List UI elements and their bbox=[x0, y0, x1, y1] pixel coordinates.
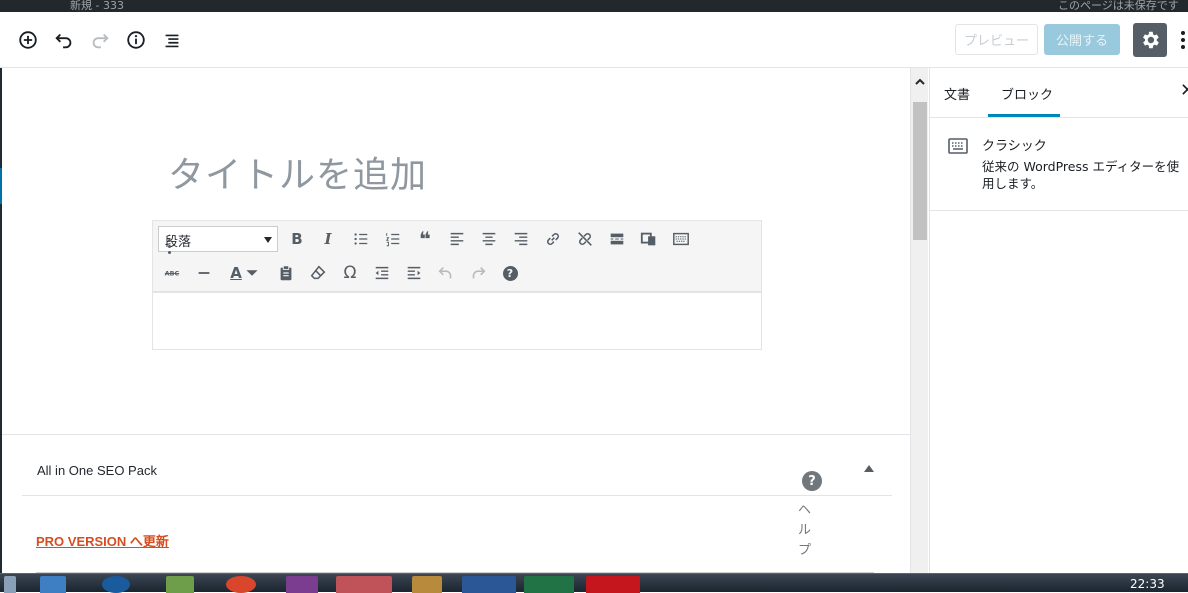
block-description: 従来の WordPress エディターを使用します。 bbox=[982, 159, 1180, 191]
read-more-icon[interactable] bbox=[604, 226, 630, 252]
block-mover-handle[interactable] bbox=[166, 239, 172, 263]
indent-icon[interactable] bbox=[401, 260, 427, 286]
undo-icon[interactable] bbox=[433, 260, 459, 286]
align-left-icon[interactable] bbox=[444, 226, 470, 252]
editor-canvas: タイトルを追加 段落 B I ❝ ABC A Ω ? All in One SE… bbox=[2, 68, 910, 573]
help-icon[interactable]: ? bbox=[802, 471, 822, 491]
seo-metabox-title[interactable]: All in One SEO Pack bbox=[37, 463, 157, 478]
editor-scrollbar[interactable] bbox=[910, 68, 928, 573]
clear-formatting-icon[interactable] bbox=[305, 260, 331, 286]
text-color-chevron-icon[interactable] bbox=[245, 260, 259, 286]
start-icon[interactable] bbox=[4, 576, 16, 593]
divider bbox=[930, 210, 1188, 211]
admin-top-bar: 新規 - 333 このページは未保存です bbox=[0, 0, 1188, 12]
paste-text-icon[interactable] bbox=[273, 260, 299, 286]
hp-icon[interactable] bbox=[102, 576, 130, 593]
close-icon[interactable]: ✕ bbox=[1180, 80, 1188, 101]
more-vertical-icon[interactable] bbox=[1176, 26, 1188, 54]
align-center-icon[interactable] bbox=[476, 226, 502, 252]
onenote-icon[interactable] bbox=[286, 576, 318, 593]
settings-button[interactable] bbox=[1133, 23, 1167, 57]
scroll-up-icon[interactable] bbox=[914, 76, 926, 88]
paint-icon[interactable] bbox=[412, 576, 442, 593]
help-label[interactable]: ヘルプ bbox=[798, 501, 814, 561]
plus-circle-icon[interactable] bbox=[14, 26, 42, 54]
bullet-list-icon[interactable] bbox=[348, 226, 374, 252]
active-tab-indicator bbox=[988, 114, 1060, 117]
editor-header: プレビュー 公開する bbox=[0, 12, 1188, 68]
word-icon[interactable] bbox=[462, 576, 516, 593]
unlink-icon[interactable] bbox=[572, 226, 598, 252]
toolbar-toggle-icon[interactable] bbox=[668, 226, 694, 252]
horizontal-rule-icon[interactable] bbox=[191, 260, 217, 286]
acrobat-icon[interactable] bbox=[586, 576, 640, 593]
block-title: クラシック bbox=[982, 139, 1047, 154]
tab-block[interactable]: ブロック bbox=[1001, 84, 1053, 103]
wp-add-media-icon[interactable] bbox=[636, 226, 662, 252]
publish-button[interactable]: 公開する bbox=[1044, 24, 1120, 55]
gear-icon bbox=[1143, 31, 1159, 49]
strikethrough-icon[interactable]: ABC bbox=[159, 260, 185, 286]
sidebar-tabs: 文書 ブロック ✕ bbox=[930, 68, 1188, 118]
taskbar-clock[interactable]: 22:33 bbox=[1130, 577, 1165, 591]
media-player-icon[interactable] bbox=[40, 576, 66, 593]
svg-text:ABC: ABC bbox=[165, 271, 180, 278]
chevron-down-icon bbox=[264, 237, 272, 243]
undo-icon[interactable] bbox=[50, 26, 78, 54]
os-taskbar: 22:33 bbox=[0, 573, 1188, 593]
numbered-list-icon[interactable] bbox=[380, 226, 406, 252]
format-select[interactable]: 段落 bbox=[158, 226, 278, 252]
classic-toolbar: 段落 B I ❝ ABC A Ω ? bbox=[153, 221, 761, 293]
divider bbox=[22, 495, 892, 496]
scrollbar-thumb[interactable] bbox=[913, 102, 927, 240]
redo-icon[interactable] bbox=[86, 26, 114, 54]
seo-metabox: All in One SEO Pack ? ヘルプ PRO VERSION へ更… bbox=[2, 434, 910, 573]
tab-document[interactable]: 文書 bbox=[944, 84, 970, 103]
info-icon[interactable] bbox=[122, 26, 150, 54]
classic-editor-block[interactable]: 段落 B I ❝ ABC A Ω ? bbox=[152, 220, 762, 350]
link-icon[interactable] bbox=[540, 226, 566, 252]
preview-button[interactable]: プレビュー bbox=[955, 24, 1038, 55]
redo-icon[interactable] bbox=[465, 260, 491, 286]
bold-icon[interactable]: B bbox=[284, 226, 310, 252]
app-icon[interactable] bbox=[166, 576, 194, 593]
chrome-icon[interactable] bbox=[226, 576, 256, 593]
excel-icon[interactable] bbox=[524, 576, 574, 593]
outdent-icon[interactable] bbox=[369, 260, 395, 286]
align-right-icon[interactable] bbox=[508, 226, 534, 252]
classic-editor-content[interactable] bbox=[153, 295, 761, 349]
app-icon[interactable] bbox=[336, 576, 392, 593]
help-icon-glyph: ? bbox=[502, 265, 518, 281]
list-outline-icon[interactable] bbox=[158, 26, 186, 54]
blockquote-icon[interactable]: ❝ bbox=[412, 226, 438, 252]
help-icon[interactable]: ? bbox=[497, 260, 523, 286]
keyboard-icon bbox=[948, 138, 968, 154]
post-title-input[interactable]: タイトルを追加 bbox=[168, 146, 427, 198]
settings-sidebar: 文書 ブロック ✕ クラシック 従来の WordPress エディターを使用しま… bbox=[929, 68, 1188, 573]
pro-version-link[interactable]: PRO VERSION へ更新 bbox=[36, 531, 169, 550]
collapse-arrow-icon[interactable] bbox=[864, 465, 874, 472]
italic-icon[interactable]: I bbox=[315, 226, 341, 252]
special-char-icon[interactable]: Ω bbox=[337, 260, 363, 286]
